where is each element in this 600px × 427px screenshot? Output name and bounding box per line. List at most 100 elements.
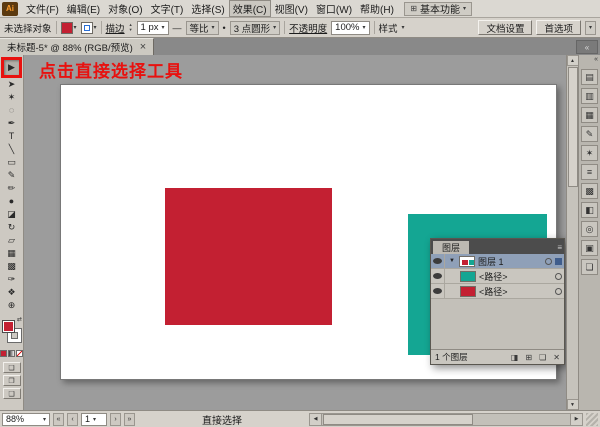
color-panel-icon[interactable]: ▤ — [581, 69, 598, 85]
visibility-toggle[interactable] — [431, 284, 445, 299]
new-sublayer-icon[interactable]: ⊞ — [525, 353, 532, 362]
preferences-button[interactable]: 首选项 — [536, 20, 581, 35]
direct-selection-tool[interactable]: ▶ — [1, 57, 22, 78]
width-profile-dropdown[interactable]: 等比 ▾ — [186, 21, 219, 35]
layers-panel-icon[interactable]: ❏ — [581, 259, 598, 275]
vertical-scroll-thumb[interactable] — [568, 67, 578, 187]
zoom-tool[interactable]: ⊕ — [0, 299, 23, 312]
pencil-tool[interactable]: ✏ — [0, 182, 23, 195]
document-setup-button[interactable]: 文档设置 — [478, 20, 532, 35]
visibility-toggle[interactable] — [431, 269, 445, 284]
layer-name[interactable]: <路径> — [479, 285, 552, 298]
document-tab[interactable]: 未标题-5* @ 88% (RGB/预览) × — [0, 38, 154, 55]
menu-item-select[interactable]: 选择(S) — [187, 0, 228, 17]
eyedropper-tool[interactable]: ✑ — [0, 273, 23, 286]
fill-color-control[interactable]: ▾ — [61, 22, 77, 34]
mesh-tool[interactable]: ▦ — [0, 247, 23, 260]
rectangle-tool[interactable]: ▭ — [0, 156, 23, 169]
menu-item-file[interactable]: 文件(F) — [22, 0, 63, 17]
symbols-panel-icon[interactable]: ✶ — [581, 145, 598, 161]
stroke-panel-link[interactable]: 描边 — [106, 21, 125, 35]
none-mode-button[interactable] — [16, 350, 23, 357]
make-clipping-mask-icon[interactable]: ◨ — [511, 353, 519, 362]
visibility-toggle[interactable] — [431, 254, 445, 269]
brushes-panel-icon[interactable]: ✎ — [581, 126, 598, 142]
stroke-color-control[interactable]: ▾ — [81, 22, 97, 34]
zoom-level-dropdown[interactable]: 88% ▾ — [2, 413, 50, 426]
layer-row-teal-path[interactable]: <路径> — [431, 269, 564, 284]
blob-brush-tool[interactable]: ● — [0, 195, 23, 208]
previous-artboard-button[interactable]: ‹ — [67, 413, 78, 426]
horizontal-scroll-thumb[interactable] — [323, 414, 473, 425]
gradient-mode-button[interactable] — [8, 350, 15, 357]
target-circle-icon[interactable] — [555, 288, 562, 295]
horizontal-scrollbar[interactable]: ◀ ▶ — [309, 413, 583, 426]
color-guide-panel-icon[interactable]: ▥ — [581, 88, 598, 104]
paintbrush-tool[interactable]: ✎ — [0, 169, 23, 182]
tab-layers[interactable]: 图层 — [433, 241, 469, 254]
stroke-panel-icon[interactable]: ≡ — [581, 164, 598, 180]
draw-behind-mode-button[interactable]: ❐ — [3, 375, 21, 386]
stroke-width-input[interactable]: 1 px ▾ — [137, 21, 169, 35]
workspace-switcher[interactable]: ⊞ 基本功能 ▾ — [404, 2, 472, 16]
fill-color-swatch[interactable] — [2, 320, 15, 333]
magic-wand-tool[interactable]: ✶ — [0, 91, 23, 104]
scroll-down-button[interactable]: ▼ — [567, 399, 579, 410]
control-panel-menu-button[interactable]: ▾ — [585, 21, 596, 35]
layer-row-red-path[interactable]: <路径> — [431, 284, 564, 299]
type-tool[interactable]: T — [0, 130, 23, 143]
layer-name[interactable]: 图层 1 — [478, 255, 542, 268]
pen-tool[interactable]: ✒ — [0, 117, 23, 130]
first-artboard-button[interactable]: « — [53, 413, 64, 426]
menu-item-effect[interactable]: 效果(C) — [229, 0, 271, 17]
lasso-tool[interactable]: ◌ — [0, 104, 23, 117]
selection-tool[interactable]: ➤ — [0, 78, 23, 91]
target-circle-icon[interactable] — [555, 273, 562, 280]
rotate-tool[interactable]: ↻ — [0, 221, 23, 234]
red-rectangle-shape[interactable] — [165, 188, 332, 325]
close-icon[interactable]: × — [140, 42, 146, 52]
scroll-right-button[interactable]: ▶ — [570, 414, 582, 425]
scroll-up-button[interactable]: ▲ — [567, 55, 579, 66]
gradient-panel-icon[interactable]: ▩ — [581, 183, 598, 199]
appearance-panel-icon[interactable]: ◎ — [581, 221, 598, 237]
expand-triangle-icon[interactable]: ▼ — [448, 258, 456, 264]
layer-name[interactable]: <路径> — [479, 270, 552, 283]
delete-layer-icon[interactable]: ✕ — [553, 353, 560, 362]
menu-item-view[interactable]: 视图(V) — [271, 0, 312, 17]
opacity-panel-link[interactable]: 不透明度 — [289, 21, 327, 35]
layer-row-layer1[interactable]: ▼ 图层 1 — [431, 254, 564, 269]
scroll-left-button[interactable]: ◀ — [310, 414, 322, 425]
line-segment-tool[interactable]: ╲ — [0, 143, 23, 156]
scale-tool[interactable]: ▱ — [0, 234, 23, 247]
eraser-tool[interactable]: ◪ — [0, 208, 23, 221]
menu-item-object[interactable]: 对象(O) — [104, 0, 146, 17]
menu-item-window[interactable]: 窗口(W) — [312, 0, 356, 17]
gradient-tool[interactable]: ▩ — [0, 260, 23, 273]
new-layer-icon[interactable]: ❏ — [539, 353, 546, 362]
canvas-area[interactable]: 图层 ≡ ▼ 图层 1 — [24, 55, 566, 410]
swap-fill-stroke-icon[interactable]: ⇄ — [17, 316, 22, 323]
opacity-input[interactable]: 100% ▾ — [331, 21, 369, 35]
artboard-navigation-dropdown[interactable]: 1 ▾ — [81, 413, 107, 426]
stroke-width-stepper[interactable]: ▲ ▼ — [129, 23, 133, 32]
target-circle-icon[interactable] — [545, 258, 552, 265]
transparency-panel-icon[interactable]: ◧ — [581, 202, 598, 218]
style-dropdown-icon[interactable]: ▾ — [402, 24, 405, 31]
menu-item-help[interactable]: 帮助(H) — [356, 0, 398, 17]
menu-item-type[interactable]: 文字(T) — [147, 0, 188, 17]
next-artboard-button[interactable]: › — [110, 413, 121, 426]
brush-definition-dropdown[interactable]: 3 点圆形 ▾ — [230, 21, 280, 35]
hand-tool[interactable]: ❖ — [0, 286, 23, 299]
panel-menu-icon[interactable]: ≡ — [557, 243, 562, 252]
screen-mode-button[interactable]: ❑ — [3, 388, 21, 399]
color-mode-button[interactable] — [0, 350, 7, 357]
vertical-scrollbar[interactable]: ▲ ▼ — [566, 55, 578, 410]
swatches-panel-icon[interactable]: ▦ — [581, 107, 598, 123]
graphic-styles-panel-icon[interactable]: ▣ — [581, 240, 598, 256]
arrange-documents-button[interactable]: « — [576, 40, 598, 54]
draw-normal-mode-button[interactable]: ❏ — [3, 362, 21, 373]
expand-panels-icon[interactable]: « — [594, 56, 598, 66]
menu-item-edit[interactable]: 编辑(E) — [63, 0, 104, 17]
last-artboard-button[interactable]: » — [124, 413, 135, 426]
